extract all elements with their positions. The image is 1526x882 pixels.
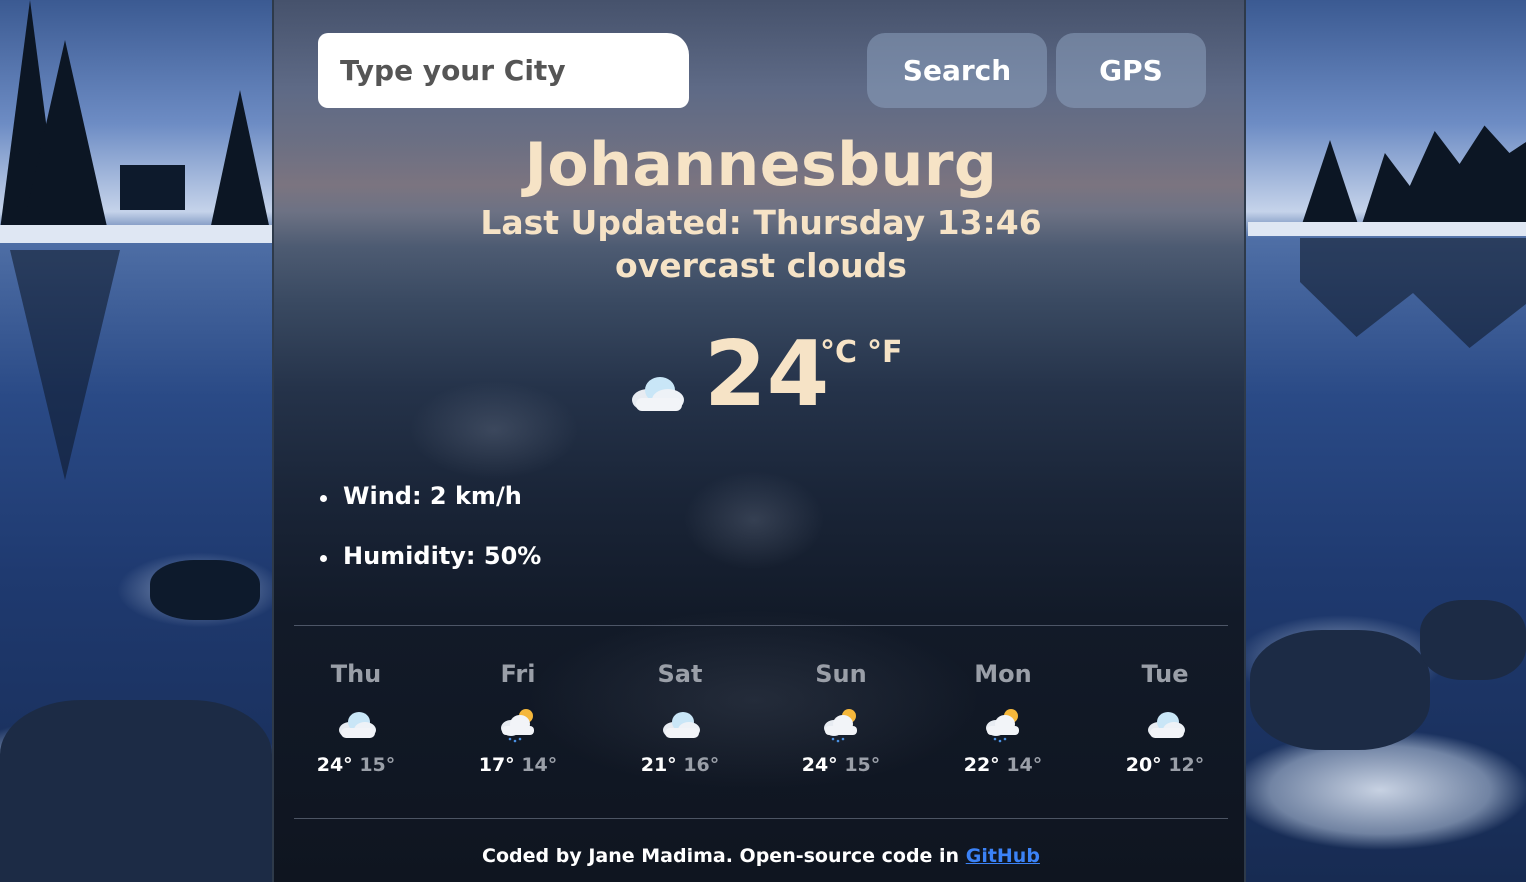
left-reflection: [10, 250, 120, 480]
forecast-day-name: Fri: [500, 660, 536, 688]
cloud-icon: [1148, 712, 1185, 738]
right-rock: [1420, 600, 1526, 680]
right-rock: [1250, 630, 1430, 750]
github-link[interactable]: GitHub: [966, 845, 1040, 867]
forecast-min: 15°: [844, 754, 881, 776]
last-updated: Last Updated: Thursday 13:46: [480, 203, 1042, 242]
right-shore: [1248, 222, 1526, 236]
left-rock: [0, 700, 272, 882]
forecast-max: 24°: [801, 754, 838, 776]
weather-description: overcast clouds: [615, 246, 907, 285]
fahrenheit-link[interactable]: °F: [867, 335, 903, 370]
left-shore: [0, 225, 272, 243]
sun-cloud-rain-icon: [824, 709, 857, 743]
forecast-max: 20°: [1125, 754, 1162, 776]
celsius-link[interactable]: °C: [820, 335, 857, 370]
forecast-day: Thu 24° 15°: [291, 660, 421, 776]
right-reflection: [1300, 238, 1526, 348]
gps-button[interactable]: GPS: [1056, 33, 1206, 108]
cloud-icon: [632, 377, 684, 411]
footer-text: Coded by Jane Madima. Open-source code i…: [482, 845, 960, 867]
forecast-day: Tue 20° 12°: [1100, 660, 1230, 776]
forecast-day: Sat 21° 16°: [615, 660, 745, 776]
forecast-day: Sun 24° 15°: [776, 660, 906, 776]
right-tree: [1300, 140, 1360, 230]
forecast-min: 12°: [1168, 754, 1205, 776]
weather-stats: Wind: 2 km/h Humidity: 50%: [318, 482, 541, 602]
city-name: Johannesburg: [524, 130, 998, 200]
cloud-icon: [663, 712, 700, 738]
forecast-day-name: Thu: [330, 660, 382, 688]
forecast-max: 21°: [640, 754, 677, 776]
forecast-max: 22°: [963, 754, 1000, 776]
wind-stat: Wind: 2 km/h: [318, 482, 541, 542]
current-temperature: 24: [704, 322, 830, 427]
forecast-max: 24°: [316, 754, 353, 776]
city-search-input[interactable]: [318, 33, 689, 108]
left-rock: [150, 560, 260, 620]
forecast-day-name: Sat: [657, 660, 703, 688]
humidity-stat: Humidity: 50%: [318, 542, 541, 602]
right-tree: [1360, 125, 1526, 230]
forecast-day-name: Sun: [815, 660, 867, 688]
search-button[interactable]: Search: [867, 33, 1047, 108]
sun-cloud-rain-icon: [501, 709, 534, 743]
sun-cloud-rain-icon: [986, 709, 1019, 743]
forecast-day: Mon 22° 14°: [938, 660, 1068, 776]
forecast-min: 16°: [683, 754, 720, 776]
left-gazebo: [120, 165, 185, 210]
left-tree: [210, 90, 270, 230]
forecast-row: Thu 24° 15° Fri 17° 14° Sat 21° 16° Sun …: [294, 660, 1228, 800]
forecast-min: 14°: [1006, 754, 1043, 776]
forecast-min: 14°: [521, 754, 558, 776]
weather-card: Search GPS Johannesburg Last Updated: Th…: [272, 0, 1246, 882]
cloud-icon: [339, 712, 376, 738]
forecast-day-name: Tue: [1141, 660, 1189, 688]
divider: [294, 818, 1228, 819]
footer: Coded by Jane Madima. Open-source code i…: [274, 845, 1248, 867]
forecast-max: 17°: [478, 754, 515, 776]
unit-toggle: °C °F: [820, 335, 913, 370]
divider: [294, 625, 1228, 626]
forecast-day-name: Mon: [974, 660, 1032, 688]
forecast-min: 15°: [359, 754, 396, 776]
forecast-day: Fri 17° 14°: [453, 660, 583, 776]
